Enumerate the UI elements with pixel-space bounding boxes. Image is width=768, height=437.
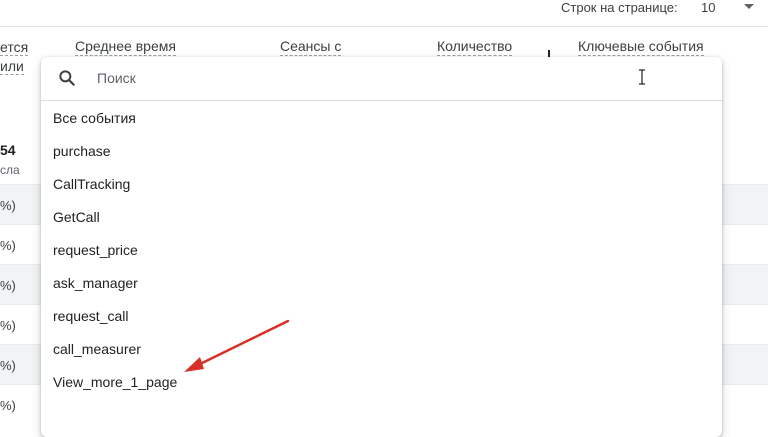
menu-item-purchase[interactable]: purchase xyxy=(53,141,111,161)
total-value: 54 xyxy=(0,142,16,158)
column-header-key-events[interactable]: Ключевые события xyxy=(578,38,704,56)
rows-per-page-select[interactable]: 10 xyxy=(701,0,715,15)
menu-item-view-more-1-page[interactable]: View_more_1_page xyxy=(53,372,177,392)
search-icon xyxy=(59,70,75,86)
text-cursor-icon xyxy=(639,69,645,85)
menu-item-getcall[interactable]: GetCall xyxy=(53,207,100,227)
table-cell: %) xyxy=(0,398,16,413)
table-cell: %) xyxy=(0,358,16,373)
total-subtext: сла xyxy=(0,163,20,177)
column-header-sessions[interactable]: Сеансы с xyxy=(280,38,342,56)
menu-item-all-events[interactable]: Все события xyxy=(53,108,136,128)
event-dropdown-panel: Все события purchase CallTracking GetCal… xyxy=(41,57,722,437)
table-cell: %) xyxy=(0,238,16,253)
search-input[interactable] xyxy=(97,67,597,89)
search-row xyxy=(41,57,722,101)
chevron-down-icon[interactable] xyxy=(744,4,754,9)
column-header-avg-time[interactable]: Среднее время xyxy=(75,38,176,56)
table-cell: %) xyxy=(0,198,16,213)
menu-item-calltracking[interactable]: CallTracking xyxy=(53,174,130,194)
table-cell: %) xyxy=(0,278,16,293)
menu-item-ask-manager[interactable]: ask_manager xyxy=(53,273,138,293)
table-cell: %) xyxy=(0,318,16,333)
menu-item-request-call[interactable]: request_call xyxy=(53,306,129,326)
pagination-bar: Строк на странице: 10 xyxy=(0,0,768,27)
column-header-clipped[interactable]: ется или xyxy=(0,38,29,76)
column-header-count[interactable]: Количество xyxy=(437,38,513,56)
menu-item-request-price[interactable]: request_price xyxy=(53,240,138,260)
menu-item-call-measurer[interactable]: call_measurer xyxy=(53,339,141,359)
rows-per-page-label: Строк на странице: xyxy=(561,0,678,15)
